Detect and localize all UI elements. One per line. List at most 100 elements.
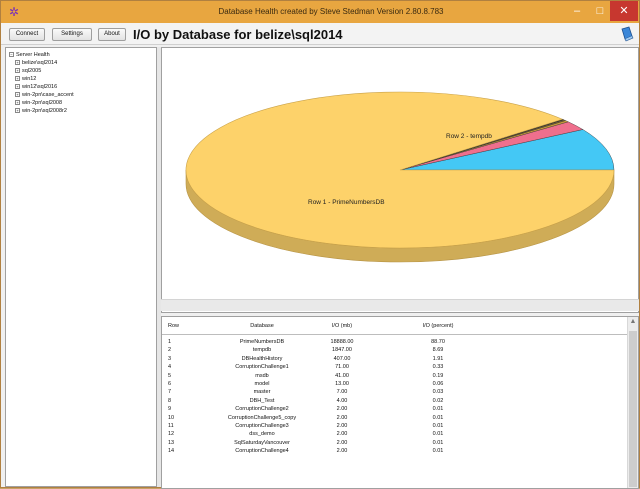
- tree-item-label: win-2pn\sql2008r2: [22, 108, 67, 114]
- cell-io-mb: 13.00: [335, 381, 349, 387]
- help-book-icon[interactable]: [620, 26, 634, 42]
- cell-io-percent: 0.02: [432, 397, 444, 404]
- connect-button[interactable]: Connect: [9, 28, 45, 41]
- cell-database: master: [253, 389, 271, 396]
- tree-root[interactable]: − Server Health: [9, 51, 50, 59]
- pie-slice-primenumbersdb[interactable]: [185, 91, 615, 249]
- table-row[interactable]: 4 CorruptionChallenge1 71.00 0.33: [162, 363, 628, 371]
- server-tree[interactable]: − Server Health + belize\sql2014 + sql2005 …: [5, 47, 157, 487]
- cell-row: 1: [168, 339, 172, 345]
- tree-item-label: belize\sql2014: [22, 60, 58, 66]
- tree-item-server[interactable]: + win12: [15, 75, 36, 83]
- pie-label-row2: Row 2 - tempdb: [446, 133, 492, 140]
- maximize-button[interactable]: □: [589, 1, 611, 21]
- column-header-io-percent[interactable]: I/O (percent): [402, 317, 474, 335]
- cell-io-percent: 0.01: [432, 431, 444, 438]
- cell-database: CorruptionChallenge1: [235, 364, 289, 371]
- close-button[interactable]: ✕: [610, 1, 638, 21]
- vertical-scrollbar[interactable]: ▲: [627, 317, 638, 488]
- window-title: Database Health created by Steve Stedman…: [218, 7, 444, 16]
- cell-database: model: [254, 381, 270, 387]
- cell-row: 13: [168, 439, 175, 446]
- collapse-icon[interactable]: −: [9, 52, 14, 57]
- cell-row: 7: [168, 389, 172, 396]
- tree-item-server[interactable]: + win-2pn\sql2008r2: [15, 107, 67, 115]
- cell-database: dss_demo: [249, 431, 275, 438]
- column-header-io-mb[interactable]: I/O (mb): [310, 317, 374, 335]
- cell-io-percent: 0.01: [432, 414, 444, 421]
- cell-io-percent: 0.01: [432, 448, 444, 455]
- pie-slices: [185, 91, 615, 249]
- tree-item-server[interactable]: + belize\sql2014: [15, 59, 57, 67]
- table-row[interactable]: 7 master 7.00 0.03: [162, 388, 628, 396]
- io-pie-chart-panel: Row 1 - PrimeNumbersDB Row 2 - tempdb: [161, 47, 639, 313]
- cell-io-mb: 2.00: [336, 439, 348, 446]
- table-row[interactable]: 6 model 13.00 0.06: [162, 380, 628, 388]
- title-bar[interactable]: ✲ Database Health created by Steve Stedm…: [1, 1, 639, 23]
- table-row[interactable]: 14 CorruptionChallenge4 2.00 0.01: [162, 447, 628, 455]
- cell-io-mb: 7.00: [336, 389, 348, 396]
- cell-io-percent: 1.91: [432, 355, 444, 362]
- column-header-database[interactable]: Database: [222, 317, 302, 335]
- cell-io-mb: 41.00: [335, 372, 349, 379]
- cell-row: 2: [168, 347, 172, 354]
- table-row[interactable]: 5 msdb 41.00 0.19: [162, 372, 628, 380]
- cell-row: 9: [168, 406, 172, 413]
- cell-io-percent: 0.01: [432, 423, 444, 429]
- cell-database: SqlSaturdayVancouver: [234, 439, 290, 446]
- table-row[interactable]: 11 CorruptionChallenge3 2.00 0.01: [162, 422, 628, 430]
- cell-io-percent: 0.06: [432, 381, 444, 387]
- scroll-up-icon[interactable]: ▲: [628, 318, 638, 328]
- io-grid: Row Database I/O (mb) I/O (percent) 1 Pri…: [161, 316, 639, 489]
- column-header-row[interactable]: Row: [168, 317, 179, 335]
- table-row[interactable]: 2 tempdb 1847.00 8.69: [162, 346, 628, 354]
- cell-io-percent: 0.19: [432, 372, 444, 379]
- cell-database: CorruptionChallenge3: [235, 423, 289, 429]
- expand-icon[interactable]: +: [15, 84, 20, 89]
- app-window: ✲ Database Health created by Steve Stedm…: [0, 0, 640, 489]
- cell-row: 14: [168, 448, 175, 455]
- expand-icon[interactable]: +: [15, 60, 20, 65]
- cell-io-mb: 407.00: [333, 355, 351, 362]
- cell-io-percent: 0.01: [432, 439, 444, 446]
- table-row[interactable]: 10 CorruptionChallenge5_copy 2.00 0.01: [162, 414, 628, 422]
- page-title: I/O by Database for belize\sql2014: [133, 27, 343, 42]
- cell-io-percent: 0.03: [432, 389, 444, 396]
- about-button[interactable]: About: [98, 28, 126, 41]
- tree-item-server[interactable]: + sql2005: [15, 67, 41, 75]
- tree-item-server[interactable]: + win-2pn\case_accent: [15, 91, 74, 99]
- table-row[interactable]: 1 PrimeNumbersDB 18888.00 88.70: [162, 338, 628, 346]
- expand-icon[interactable]: +: [15, 92, 20, 97]
- cell-io-percent: 0.33: [432, 364, 444, 371]
- expand-icon[interactable]: +: [15, 100, 20, 105]
- horizontal-scrollbar[interactable]: [161, 299, 639, 311]
- cell-io-mb: 1847.00: [332, 347, 352, 354]
- cell-io-mb: 2.00: [336, 414, 348, 421]
- expand-icon[interactable]: +: [15, 68, 20, 73]
- table-row[interactable]: 9 CorruptionChallenge2 2.00 0.01: [162, 405, 628, 413]
- cell-row: 12: [168, 431, 175, 438]
- scroll-thumb[interactable]: [629, 331, 637, 487]
- grid-header: Row Database I/O (mb) I/O (percent): [162, 317, 628, 335]
- cell-database: DBHealthHistory: [241, 355, 283, 362]
- minimize-button[interactable]: –: [566, 1, 588, 21]
- io-pie-chart: Row 1 - PrimeNumbersDB Row 2 - tempdb: [185, 91, 615, 263]
- tree-item-server[interactable]: + win-2pn\sql2008: [15, 99, 62, 107]
- cell-io-percent: 0.01: [432, 406, 444, 413]
- table-row[interactable]: 12 dss_demo 2.00 0.01: [162, 430, 628, 438]
- table-row[interactable]: 8 DBH_Test 4.00 0.02: [162, 397, 628, 405]
- cell-io-mb: 2.00: [336, 406, 348, 413]
- settings-button[interactable]: Settings: [52, 28, 92, 41]
- table-row[interactable]: 13 SqlSaturdayVancouver 2.00 0.01: [162, 439, 628, 447]
- pie-label-row1: Row 1 - PrimeNumbersDB: [308, 199, 385, 206]
- cell-io-percent: 88.70: [431, 339, 445, 345]
- cell-row: 10: [168, 414, 175, 421]
- expand-icon[interactable]: +: [15, 108, 20, 113]
- tree-item-label: sql2005: [22, 68, 42, 74]
- tree-item-label: win-2pn\case_accent: [22, 92, 74, 98]
- expand-icon[interactable]: +: [15, 76, 20, 81]
- table-row[interactable]: 3 DBHealthHistory 407.00 1.91: [162, 355, 628, 363]
- tree-item-server[interactable]: + win12\sql2016: [15, 83, 57, 91]
- cell-io-mb: 2.00: [336, 431, 348, 438]
- cell-io-mb: 2.00: [336, 423, 348, 429]
